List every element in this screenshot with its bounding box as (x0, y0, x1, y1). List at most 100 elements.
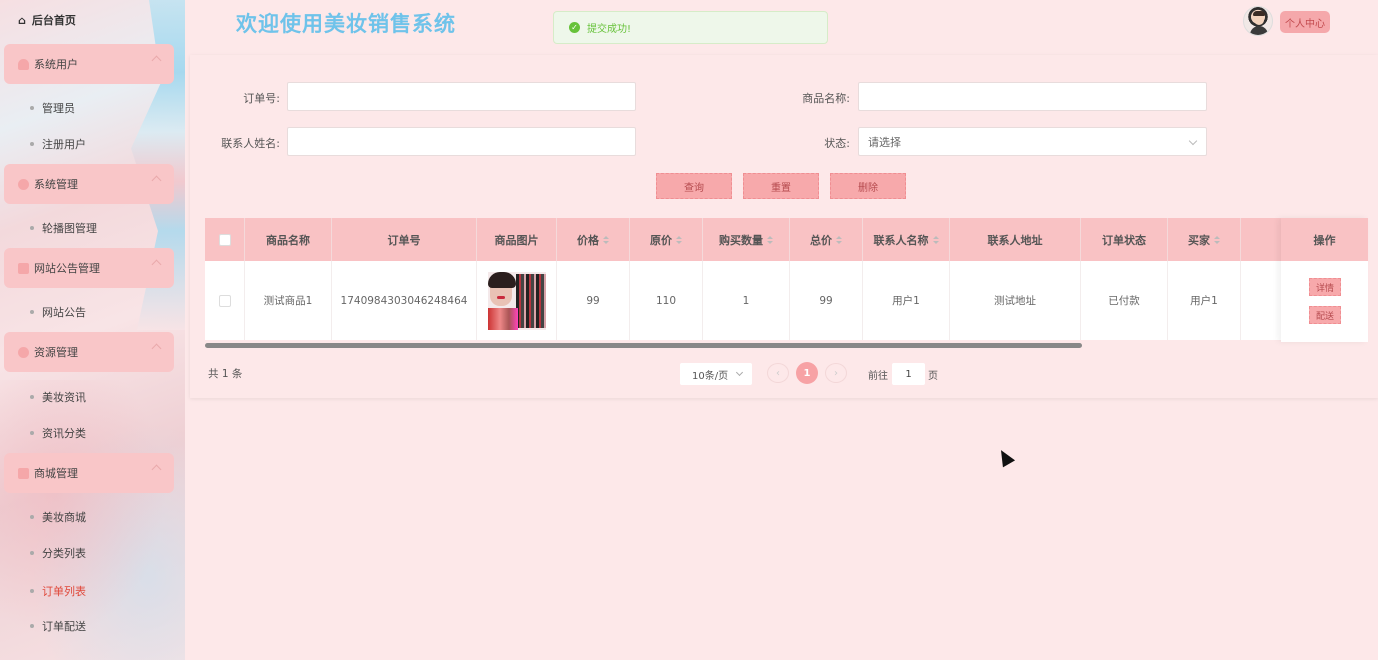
row-checkbox[interactable] (218, 294, 231, 307)
cell-order-status: 已付款 (1081, 261, 1168, 340)
order-no-label: 订单号: (243, 92, 280, 105)
page-size-select[interactable]: 10条/页 (680, 363, 752, 385)
success-toast: ✓ 提交成功! (553, 11, 828, 44)
sidebar-item-beauty-news[interactable]: 美妆资讯 (30, 389, 86, 405)
next-page-button[interactable]: › (825, 363, 847, 383)
sidebar-item-category-list[interactable]: 分类列表 (30, 545, 86, 561)
status-select[interactable]: 请选择 (858, 127, 1207, 156)
sidebar-group-system-management[interactable]: 系统管理 (4, 164, 174, 204)
delete-button[interactable]: 删除 (830, 173, 906, 199)
col-contact-name[interactable]: 联系人名称 (863, 218, 950, 261)
sidebar-group-label: 系统用户 (34, 58, 78, 71)
check-circle-icon: ✓ (569, 22, 580, 33)
status-label: 状态: (824, 137, 850, 150)
page-word: 页 (928, 371, 938, 382)
select-all-cell[interactable] (205, 218, 245, 261)
goto-page-input[interactable]: 1 (892, 363, 925, 385)
content-panel: 订单号: 商品名称: 联系人姓名: 状态: 请选择 查询 重置 删除 商品名称 … (190, 55, 1378, 398)
sidebar-item-announcement[interactable]: 网站公告 (30, 304, 86, 320)
cell-orig-price: 110 (630, 261, 703, 340)
sort-icon[interactable] (1214, 235, 1220, 244)
col-product-name: 商品名称 (245, 218, 332, 261)
home-icon: ⌂ (18, 13, 26, 27)
sidebar-group-label: 系统管理 (34, 178, 78, 191)
sort-icon[interactable] (836, 235, 842, 244)
col-buyer[interactable]: 买家 (1168, 218, 1241, 261)
chevron-up-icon (151, 175, 162, 186)
col-order-status: 订单状态 (1081, 218, 1168, 261)
cell-buyer: 用户1 (1168, 261, 1241, 340)
sidebar-group-system-users[interactable]: 系统用户 (4, 44, 174, 84)
table-row[interactable]: 测试商品1 1740984303046248464 99 110 1 99 用户… (205, 261, 1368, 340)
sidebar-home-label: 后台首页 (31, 14, 76, 27)
document-icon (18, 467, 29, 479)
col-operations: 操作 (1281, 218, 1368, 261)
contact-name-input[interactable] (287, 127, 636, 156)
col-price[interactable]: 价格 (557, 218, 630, 261)
pagination-total: 共 1 条 (208, 368, 243, 380)
page-size-value: 10条/页 (692, 370, 729, 382)
sidebar-item-news-category[interactable]: 资讯分类 (30, 425, 86, 441)
cell-total: 99 (790, 261, 863, 340)
col-order-no: 订单号 (332, 218, 477, 261)
cell-product-name: 测试商品1 (245, 261, 332, 340)
sidebar-group-label: 资源管理 (34, 346, 78, 359)
product-name-label: 商品名称: (802, 92, 850, 105)
detail-button[interactable]: 详情 (1309, 278, 1341, 296)
sidebar-background-art-lower (0, 380, 185, 660)
sort-icon[interactable] (932, 235, 939, 244)
document-icon (18, 262, 29, 274)
sidebar-group-mall[interactable]: 商城管理 (4, 453, 174, 493)
sidebar: ⌂ 后台首页 系统用户 管理员 注册用户 系统管理 轮播图管理 网站公告管理 网… (0, 0, 185, 660)
sidebar-item-order-delivery[interactable]: 订单配送 (30, 618, 86, 634)
sidebar-item-beauty-mall[interactable]: 美妆商城 (30, 509, 86, 525)
profile-button[interactable]: 个人中心 (1280, 11, 1330, 33)
sort-icon[interactable] (603, 235, 609, 244)
contact-name-label: 联系人姓名: (221, 137, 280, 150)
avatar[interactable] (1243, 6, 1273, 36)
col-total[interactable]: 总价 (790, 218, 863, 261)
sidebar-item-order-list[interactable]: 订单列表 (30, 583, 86, 599)
query-button[interactable]: 查询 (656, 173, 732, 199)
goto-label: 前往 (868, 371, 888, 382)
sort-icon[interactable] (676, 235, 682, 244)
chevron-down-icon (1188, 136, 1198, 146)
sidebar-group-announcements[interactable]: 网站公告管理 (4, 248, 174, 288)
cell-order-no: 1740984303046248464 (332, 261, 477, 340)
sidebar-group-label: 网站公告管理 (34, 262, 100, 275)
sidebar-group-resources[interactable]: 资源管理 (4, 332, 174, 372)
chevron-up-icon (151, 343, 162, 354)
prev-page-button[interactable]: ‹ (767, 363, 789, 383)
ship-button[interactable]: 配送 (1309, 306, 1341, 324)
cell-contact-name: 用户1 (863, 261, 950, 340)
product-name-input[interactable] (858, 82, 1207, 111)
sidebar-item-carousel[interactable]: 轮播图管理 (30, 220, 97, 236)
status-select-value: 请选择 (868, 135, 901, 149)
sidebar-item-home[interactable]: ⌂ 后台首页 (18, 12, 76, 28)
sidebar-item-registered-users[interactable]: 注册用户 (30, 136, 86, 152)
page-title: 欢迎使用美妆销售系统 (236, 12, 456, 36)
user-icon (18, 58, 29, 70)
col-quantity[interactable]: 购买数量 (703, 218, 790, 261)
order-no-input[interactable] (287, 82, 636, 111)
order-table: 商品名称 订单号 商品图片 价格 原价 购买数量 总价 联系人名称 联系人地址 … (205, 218, 1368, 347)
cell-quantity: 1 (703, 261, 790, 340)
chevron-right-icon: › (834, 367, 838, 379)
col-orig-price[interactable]: 原价 (630, 218, 703, 261)
chevron-down-icon (735, 368, 744, 377)
current-page[interactable]: 1 (796, 362, 818, 384)
sort-icon[interactable] (767, 235, 773, 244)
reset-button[interactable]: 重置 (743, 173, 819, 199)
cell-product-image (477, 261, 557, 340)
chevron-up-icon (151, 55, 162, 66)
table-horizontal-scrollbar[interactable] (205, 343, 1082, 348)
sidebar-item-admins[interactable]: 管理员 (30, 100, 75, 116)
select-all-checkbox[interactable] (218, 233, 231, 246)
cell-price: 99 (557, 261, 630, 340)
chevron-up-icon (151, 464, 162, 475)
row-select-cell[interactable] (205, 261, 245, 340)
toast-message: 提交成功! (587, 24, 632, 35)
sidebar-group-label: 商城管理 (34, 467, 78, 480)
product-thumbnail[interactable] (487, 271, 546, 330)
col-contact-address: 联系人地址 (950, 218, 1081, 261)
